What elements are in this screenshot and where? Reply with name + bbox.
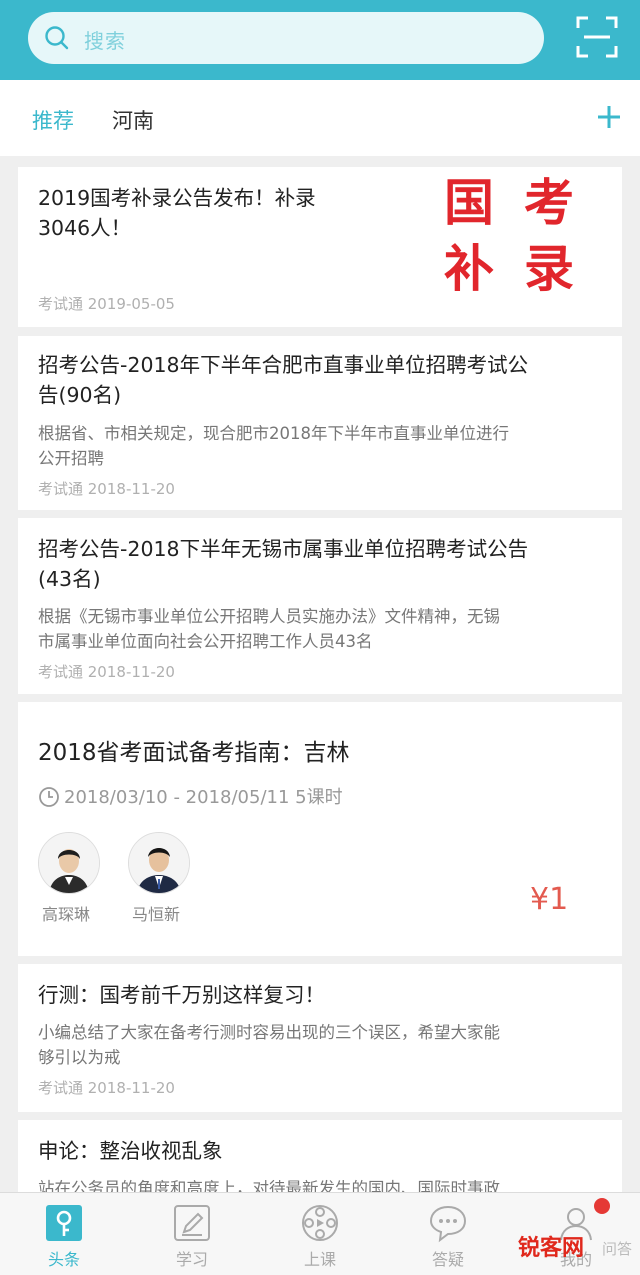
news-title-line: 招考公告-2018下半年无锡市属事业单位招聘考试公告 bbox=[38, 537, 529, 561]
news-card[interactable]: 申论：整治收视乱象 站在公务员的角度和高度上，对待最新发生的国内、国际时事政 bbox=[18, 1120, 622, 1192]
news-title-line: 行测：国考前千万别这样复习！ bbox=[38, 983, 325, 1007]
news-meta: 考试通 2018-11-20 bbox=[38, 663, 175, 681]
news-title-line: 告(90名) bbox=[38, 383, 122, 407]
chat-bubble-icon bbox=[429, 1205, 467, 1243]
news-title-line: 3046人！ bbox=[38, 216, 132, 240]
course-price: ¥1 bbox=[530, 882, 569, 917]
news-desc-line: 够引以为戒 bbox=[38, 1048, 121, 1067]
nav-label: 头条 bbox=[47, 1250, 80, 1269]
nav-item-headline[interactable]: 头条 bbox=[0, 1193, 128, 1275]
news-card[interactable]: 招考公告-2018年下半年合肥市直事业单位招聘考试公 告(90名) 根据省、市相… bbox=[18, 336, 622, 510]
search-icon bbox=[45, 26, 69, 50]
watermark: 锐客网 问答 bbox=[506, 1230, 640, 1270]
tab-recommend[interactable]: 推荐 bbox=[32, 105, 74, 135]
news-meta: 考试通 2018-11-20 bbox=[38, 1079, 175, 1097]
notification-badge bbox=[594, 1198, 610, 1214]
news-meta: 考试通 2019-05-05 bbox=[38, 295, 175, 313]
search-placeholder: 搜索 bbox=[84, 29, 126, 53]
news-meta: 考试通 2018-11-20 bbox=[38, 480, 175, 498]
nav-item-class[interactable]: 上课 bbox=[256, 1193, 384, 1275]
course-card[interactable]: 2018省考面试备考指南：吉林 2018/03/10 - 2018/05/11 … bbox=[18, 702, 622, 956]
thumbnail-char: 补 bbox=[444, 239, 494, 298]
thumbnail-char: 录 bbox=[524, 239, 574, 298]
pencil-icon bbox=[174, 1205, 210, 1241]
nav-label: 答疑 bbox=[431, 1250, 464, 1269]
nav-label: 学习 bbox=[175, 1250, 208, 1269]
course-title: 2018省考面试备考指南：吉林 bbox=[38, 740, 350, 766]
avatar[interactable] bbox=[38, 832, 100, 894]
news-title-line: 申论：整治收视乱象 bbox=[38, 1139, 223, 1163]
news-desc-line: 站在公务员的角度和高度上，对待最新发生的国内、国际时事政 bbox=[38, 1179, 500, 1192]
news-title-line: (43名) bbox=[38, 567, 101, 591]
add-channel-icon[interactable] bbox=[596, 104, 622, 130]
news-title-line: 招考公告-2018年下半年合肥市直事业单位招聘考试公 bbox=[38, 353, 529, 377]
news-card[interactable]: 行测：国考前千万别这样复习！ 小编总结了大家在备考行测时容易出现的三个误区，希望… bbox=[18, 964, 622, 1112]
thumbnail-char: 考 bbox=[524, 173, 574, 232]
news-desc-line: 根据《无锡市事业单位公开招聘人员实施办法》文件精神，无锡 bbox=[38, 607, 500, 626]
teacher-name: 高琛琳 bbox=[42, 905, 91, 924]
news-desc-line: 根据省、市相关规定，现合肥市2018年下半年市直事业单位进行 bbox=[38, 424, 509, 443]
teacher-name: 马恒新 bbox=[132, 905, 181, 924]
news-card[interactable]: 招考公告-2018下半年无锡市属事业单位招聘考试公告 (43名) 根据《无锡市事… bbox=[18, 518, 622, 694]
news-desc-line: 公开招聘 bbox=[38, 449, 104, 468]
headline-icon bbox=[46, 1205, 82, 1241]
thumbnail-char: 国 bbox=[444, 173, 494, 232]
tab-henan[interactable]: 河南 bbox=[112, 105, 154, 135]
top-bar: 搜索 bbox=[0, 0, 640, 80]
news-card[interactable]: 2019国考补录公告发布！补录 3046人！ 考试通 2019-05-05 国 … bbox=[18, 167, 622, 327]
course-schedule: 2018/03/10 - 2018/05/11 5课时 bbox=[64, 787, 343, 808]
news-desc-line: 市属事业单位面向社会公开招聘工作人员43名 bbox=[38, 632, 373, 651]
news-title-line: 2019国考补录公告发布！补录 bbox=[38, 186, 316, 210]
avatar[interactable] bbox=[128, 832, 190, 894]
nav-item-study[interactable]: 学习 bbox=[128, 1193, 256, 1275]
search-bar[interactable]: 搜索 bbox=[28, 12, 544, 64]
clock-icon bbox=[39, 787, 59, 807]
news-desc-line: 小编总结了大家在备考行测时容易出现的三个误区，希望大家能 bbox=[38, 1023, 500, 1042]
film-reel-icon bbox=[302, 1205, 338, 1241]
nav-label: 上课 bbox=[303, 1250, 336, 1269]
watermark-sub: 问答 bbox=[602, 1240, 633, 1258]
channel-tabs: 推荐 河南 bbox=[0, 80, 640, 156]
scan-icon[interactable] bbox=[576, 16, 618, 58]
nav-item-qa[interactable]: 答疑 bbox=[384, 1193, 512, 1275]
watermark-main: 锐客网 bbox=[518, 1236, 585, 1261]
